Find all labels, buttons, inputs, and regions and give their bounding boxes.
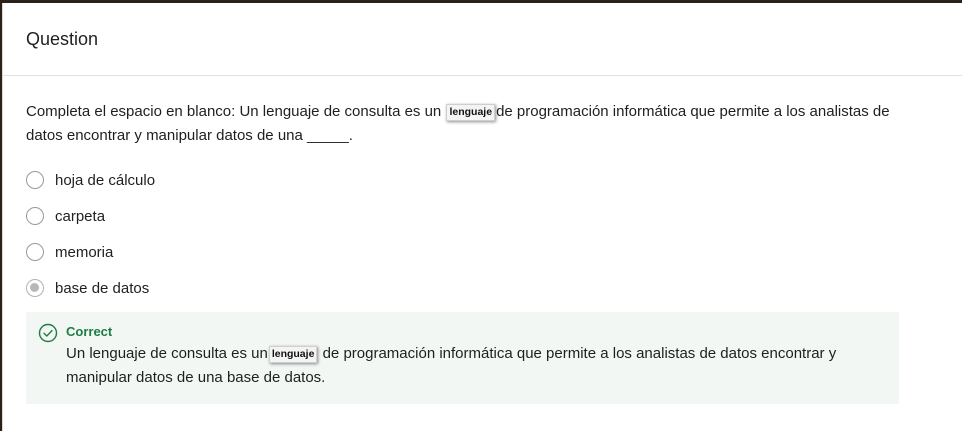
feedback-body: Correct Un lenguaje de consulta es un len… [66, 322, 879, 390]
radio-button[interactable] [26, 243, 44, 261]
question-content: Completa el espacio en blanco: Un lengua… [3, 76, 962, 404]
option-hoja-de-calculo[interactable]: hoja de cálculo [26, 162, 927, 198]
option-label: hoja de cálculo [55, 171, 156, 189]
explanation-prefix: Un lenguaje de consulta es un [66, 345, 268, 362]
option-label: carpeta [55, 207, 106, 225]
option-memoria[interactable]: memoria [26, 234, 927, 270]
option-base-de-datos[interactable]: base de datos [26, 270, 927, 306]
feedback-status: Correct [66, 324, 113, 339]
question-card: Question Completa el espacio en blanco: … [2, 3, 962, 431]
option-label: base de datos [55, 279, 150, 297]
feedback-panel: Correct Un lenguaje de consulta es un len… [26, 312, 899, 404]
radio-button-selected[interactable] [26, 279, 44, 297]
question-text-prefix: Completa el espacio en blanco: Un lengua… [26, 103, 442, 120]
answer-options: hoja de cálculo carpeta memoria base de … [26, 162, 927, 306]
feedback-explanation: Un lenguaje de consulta es un lenguaje de… [66, 342, 879, 390]
check-circle-icon [38, 323, 58, 390]
option-label: memoria [55, 243, 114, 261]
question-text: Completa el espacio en blanco: Un lengua… [26, 100, 927, 148]
question-heading: Question [26, 28, 99, 49]
word-tooltip: lenguaje [446, 104, 496, 121]
option-carpeta[interactable]: carpeta [26, 198, 927, 234]
radio-button[interactable] [26, 171, 44, 189]
word-tooltip: lenguaje [268, 346, 318, 363]
card-header: Question [3, 3, 962, 76]
radio-button[interactable] [26, 207, 44, 225]
